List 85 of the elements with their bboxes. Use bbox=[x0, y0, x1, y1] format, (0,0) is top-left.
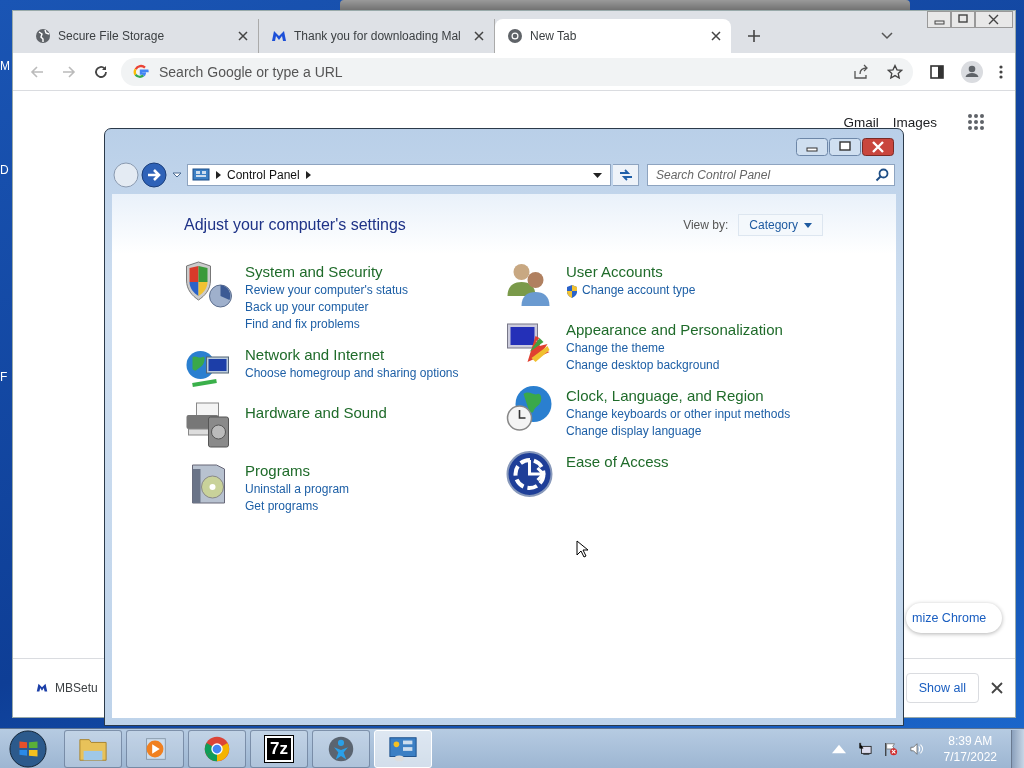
close-button[interactable] bbox=[975, 11, 1013, 28]
share-icon[interactable] bbox=[853, 63, 869, 80]
refresh-icon bbox=[617, 168, 634, 182]
close-icon[interactable] bbox=[474, 31, 484, 41]
chrome-icon bbox=[507, 28, 523, 44]
task-link[interactable]: Review your computer's status bbox=[245, 282, 409, 299]
customize-button[interactable]: mize Chrome bbox=[906, 603, 1003, 633]
chevron-icon[interactable] bbox=[305, 171, 311, 179]
close-icon[interactable] bbox=[238, 31, 248, 41]
minimize-button[interactable] bbox=[796, 137, 828, 156]
breadcrumb[interactable]: Control Panel bbox=[227, 168, 300, 182]
star-icon[interactable] bbox=[887, 63, 903, 80]
download-file-name[interactable]: MBSetu bbox=[55, 681, 98, 695]
menu-icon[interactable] bbox=[999, 63, 1003, 80]
globe-icon bbox=[35, 28, 51, 44]
close-button[interactable] bbox=[862, 137, 894, 156]
control-panel-icon bbox=[192, 168, 210, 182]
desktop-icon-label: F bbox=[0, 370, 8, 384]
forward-button[interactable] bbox=[141, 162, 167, 188]
header-link[interactable]: Gmail bbox=[843, 114, 879, 130]
speaker-icon[interactable] bbox=[909, 741, 924, 756]
task-link[interactable]: Uninstall a program bbox=[245, 481, 350, 498]
taskbar-app-button[interactable] bbox=[312, 729, 370, 768]
google-icon bbox=[133, 63, 149, 80]
show-desktop-button[interactable] bbox=[1011, 729, 1024, 768]
task-link[interactable]: Change the theme bbox=[566, 340, 665, 357]
category-title-link[interactable]: Appearance and Personalization bbox=[566, 320, 783, 340]
task-link[interactable]: Get programs bbox=[245, 498, 319, 515]
taskbar-app-button[interactable] bbox=[188, 729, 246, 768]
view-by-label: View by: bbox=[683, 218, 729, 232]
category-title-link[interactable]: Hardware and Sound bbox=[245, 403, 387, 423]
category-title-link[interactable]: System and Security bbox=[245, 262, 409, 282]
desktop-icon-label: D bbox=[0, 163, 8, 177]
chevron-icon[interactable] bbox=[216, 171, 221, 179]
show-all-button[interactable]: Show all bbox=[905, 673, 979, 703]
task-link[interactable]: Change account type bbox=[582, 282, 696, 299]
task-link[interactable]: Change desktop background bbox=[566, 357, 720, 374]
archive-app-logo: 7z bbox=[265, 735, 293, 762]
category-title-link[interactable]: Ease of Access bbox=[566, 452, 669, 472]
view-by-dropdown[interactable]: Category bbox=[738, 214, 823, 236]
figure-icon bbox=[326, 734, 356, 763]
control-panel-icon bbox=[388, 734, 418, 763]
network-icon[interactable] bbox=[857, 741, 872, 756]
category-title-link[interactable]: Programs bbox=[245, 461, 350, 481]
mouse-cursor-icon bbox=[576, 540, 588, 558]
refresh-button[interactable] bbox=[613, 164, 639, 186]
new-tab-icon[interactable] bbox=[747, 29, 761, 43]
accessibility-icon bbox=[505, 450, 554, 498]
maximize-button[interactable] bbox=[829, 137, 861, 156]
maximize-button[interactable] bbox=[951, 11, 975, 28]
start-button[interactable] bbox=[8, 729, 48, 768]
search-field[interactable]: Search Control Panel bbox=[647, 164, 895, 186]
side-panel-icon[interactable] bbox=[929, 63, 945, 80]
close-icon[interactable] bbox=[991, 682, 1003, 694]
browser-tab[interactable]: Secure File Storage bbox=[23, 19, 259, 53]
profile-icon[interactable] bbox=[961, 60, 983, 83]
header-link[interactable]: Images bbox=[892, 114, 937, 130]
category-title-link[interactable]: Network and Internet bbox=[245, 345, 459, 365]
browser-tab[interactable]: New Tab bbox=[495, 19, 731, 53]
desktop-icon-label: M bbox=[0, 59, 8, 73]
address-bar[interactable]: Search Google or type a URL bbox=[121, 57, 913, 86]
file-icon bbox=[35, 681, 49, 695]
category-title-link[interactable]: Clock, Language, and Region bbox=[566, 386, 791, 406]
task-link[interactable]: Change keyboards or other input methods bbox=[566, 406, 791, 423]
apps-grid-icon[interactable] bbox=[967, 113, 985, 131]
task-link[interactable]: Find and fix problems bbox=[245, 316, 360, 333]
flag-icon[interactable] bbox=[883, 741, 898, 756]
dropdown-arrow-icon[interactable] bbox=[593, 172, 602, 178]
search-icon bbox=[875, 168, 889, 182]
reload-icon[interactable] bbox=[93, 63, 109, 80]
task-link[interactable]: Back up your computer bbox=[245, 299, 369, 316]
address-bar[interactable]: Control Panel bbox=[187, 164, 611, 186]
taskbar-app-button[interactable]: 7z bbox=[250, 729, 308, 768]
chrome-icon bbox=[202, 734, 232, 763]
close-icon[interactable] bbox=[711, 31, 721, 41]
category-title-link[interactable]: User Accounts bbox=[566, 262, 696, 282]
caret-icon[interactable] bbox=[172, 172, 182, 178]
page-heading: Adjust your computer's settings bbox=[184, 216, 406, 234]
task-link[interactable]: Change display language bbox=[566, 423, 702, 440]
logo-icon bbox=[271, 28, 287, 44]
globe-clock-icon bbox=[505, 384, 554, 432]
caret-icon bbox=[804, 222, 812, 228]
shield-icon bbox=[184, 260, 233, 308]
taskbar-app-button[interactable] bbox=[126, 729, 184, 768]
task-link[interactable]: Choose homegroup and sharing options bbox=[245, 365, 459, 382]
